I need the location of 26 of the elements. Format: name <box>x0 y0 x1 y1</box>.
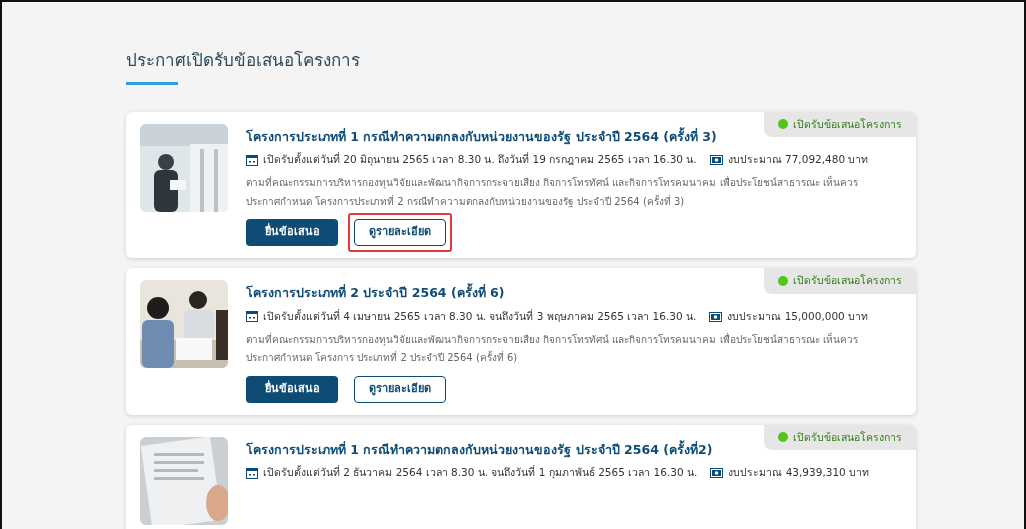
details-button[interactable]: ดูรายละเอียด <box>354 375 446 403</box>
status-badge: เปิดรับข้อเสนอโครงการ <box>764 424 916 451</box>
submit-button[interactable]: ยื่นข้อเสนอ <box>246 375 338 403</box>
project-title[interactable]: โครงการประเภทที่ 2 ประจำปี 2564 (ครั้งที่ 6) <box>246 284 505 303</box>
page-heading: ประกาศเปิดรับข้อเสนอโครงการ <box>126 49 361 72</box>
submit-button[interactable]: ยื่นข้อเสนอ <box>246 219 338 246</box>
open-period-text: เปิดรับตั้งแต่วันที่ 4 เมษายน 2565 เวลา 8.30 น. จนถึงวันที่ 3 พฤษภาคม 2565 เวลา 16.30 น. <box>263 308 697 324</box>
budget-text: งบประมาณ 43,939,310 บาท <box>728 465 870 481</box>
banknote-icon <box>709 155 723 166</box>
project-description: ตามที่คณะกรรมการบริหารกองทุนวิจัยและพัฒนากิจการกระจายเสียง กิจการโทรทัศน์ และกิจการโทรคมนาคม เพื่อประโยชน์สาธารณะ เห็นควรประกาศกำหนด โครงการ ประเภทที่ 2 ประจำปี 2564 (ครั้งที่ 6) <box>246 331 859 365</box>
heading-underline <box>126 81 178 85</box>
calendar-icon <box>246 467 258 479</box>
open-period-text: เปิดรับตั้งแต่วันที่ 2 ธันวาคม 2564 เวลา 8.30 น. จนถึงวันที่ 1 กุมภาพันธ์ 2565 เวลา 16.30 น. <box>263 465 698 481</box>
status-badge: เปิดรับข้อเสนอโครงการ <box>764 268 916 294</box>
details-button[interactable]: ดูรายละเอียด <box>354 219 446 246</box>
banknote-icon <box>709 311 723 322</box>
project-title[interactable]: โครงการประเภทที่ 1 กรณีทำความตกลงกับหน่วยงานของรัฐ ประจำปี 2564 (ครั้งที่ 3) <box>246 127 717 147</box>
project-title[interactable]: โครงการประเภทที่ 1 กรณีทำความตกลงกับหน่วยงานของรัฐ ประจำปี 2564 (ครั้งที่2) <box>246 440 713 460</box>
calendar-icon <box>246 154 258 166</box>
budget-text: งบประมาณ 15,000,000 บาท <box>727 308 869 324</box>
budget-text: งบประมาณ 77,092,480 บาท <box>727 152 869 168</box>
status-badge: เปิดรับข้อเสนอโครงการ <box>764 111 916 138</box>
banknote-icon <box>710 468 724 479</box>
calendar-icon <box>246 311 258 323</box>
open-period-text: เปิดรับตั้งแต่วันที่ 20 มิถุนายน 2565 เวลา 8.30 น. ถึงวันที่ 19 กรกฎาคม 2565 เวลา 16.30 น. <box>263 152 697 168</box>
project-description: ตามที่คณะกรรมการบริหารกองทุนวิจัยและพัฒนากิจการกระจายเสียง กิจการโทรทัศน์ และกิจการโทรคมนาคม เพื่อประโยชน์สาธารณะ เห็นควรประกาศกำหนด โครงการประเภทที่ 2 กรณีทำความตกลงกับหน่วยงานของรัฐ ประจำปี 2564 (ครั้งที่ 3) <box>246 174 859 210</box>
